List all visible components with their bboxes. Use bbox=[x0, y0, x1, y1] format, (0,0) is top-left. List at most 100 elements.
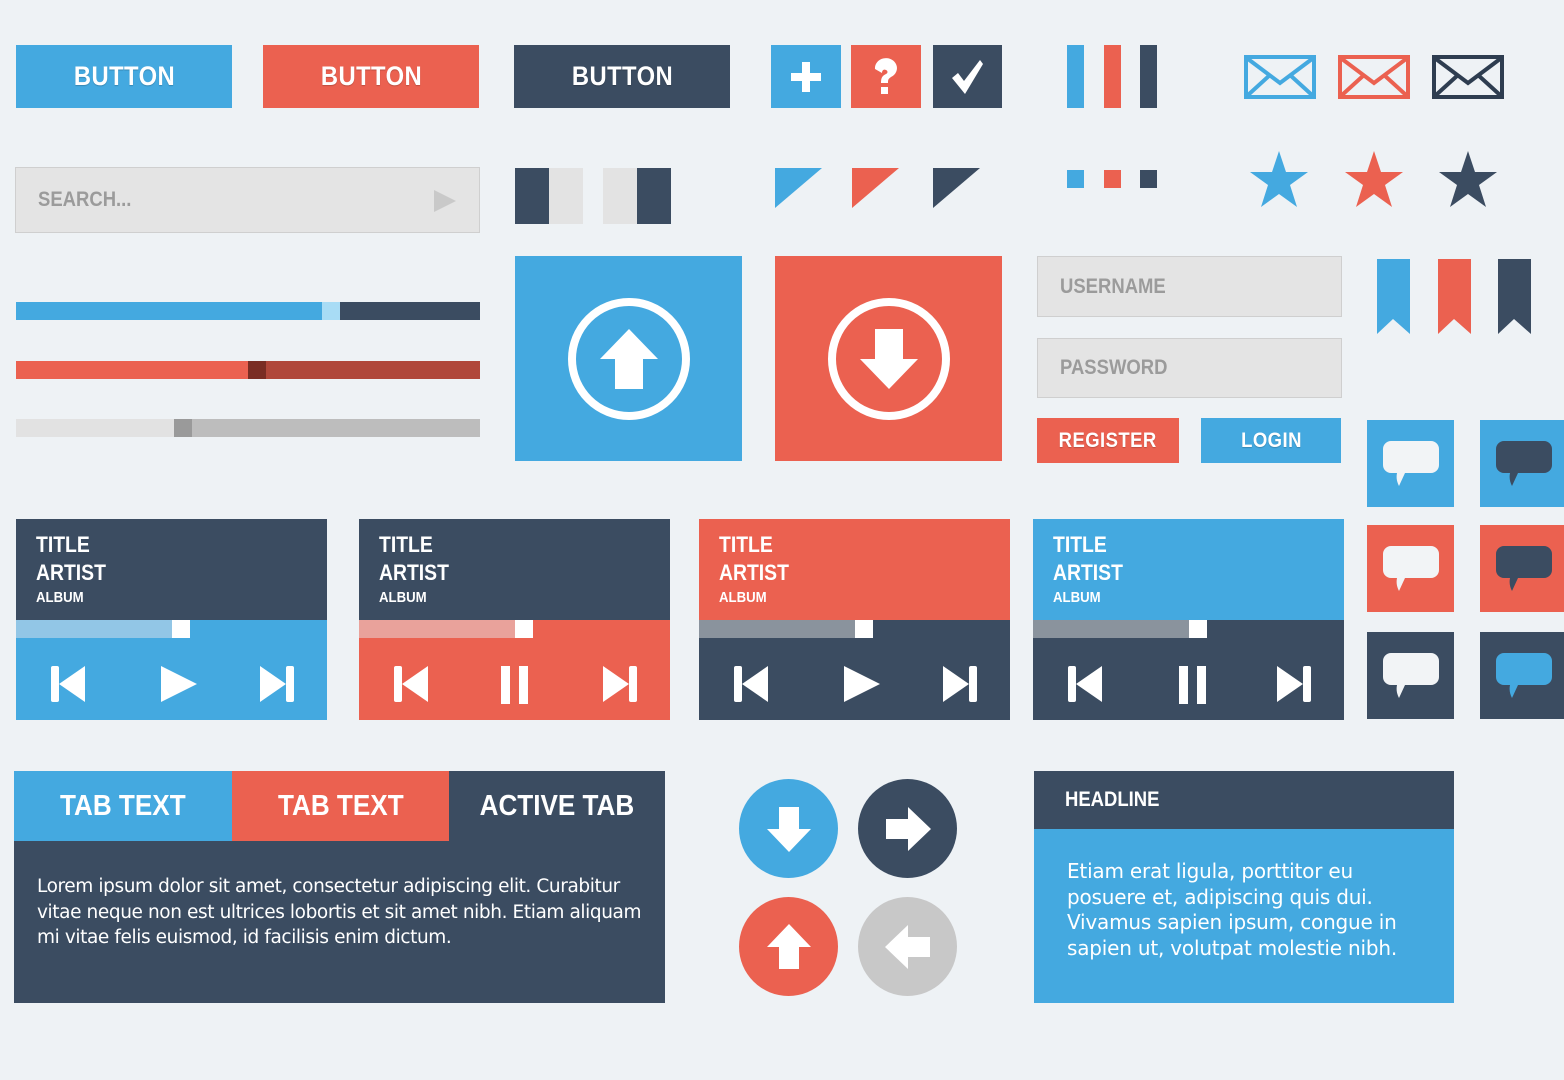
register-label: REGISTER bbox=[1058, 428, 1157, 452]
previous-icon[interactable] bbox=[49, 664, 89, 704]
checkmark-icon bbox=[951, 59, 983, 94]
add-button[interactable] bbox=[771, 45, 841, 108]
download-tile[interactable] bbox=[775, 256, 1002, 461]
arrow-down-button[interactable] bbox=[739, 779, 838, 878]
bookmark-icon[interactable] bbox=[1498, 259, 1531, 334]
button-label: BUTTON bbox=[320, 61, 422, 91]
tab-2[interactable]: TAB TEXT bbox=[232, 771, 449, 841]
slider-handle[interactable] bbox=[173, 419, 192, 437]
progress-bar[interactable] bbox=[359, 620, 670, 638]
red-square bbox=[1104, 170, 1121, 188]
progress-handle[interactable] bbox=[1188, 620, 1207, 638]
next-icon[interactable] bbox=[599, 664, 639, 704]
confirm-button[interactable] bbox=[933, 45, 1002, 108]
next-icon[interactable] bbox=[256, 664, 296, 704]
toggle-off[interactable] bbox=[515, 168, 583, 224]
play-icon[interactable] bbox=[159, 664, 199, 704]
red-bar bbox=[1104, 45, 1121, 108]
tab-label: TAB TEXT bbox=[277, 789, 404, 822]
slider-handle[interactable] bbox=[322, 302, 341, 320]
red-button[interactable]: BUTTON bbox=[263, 45, 479, 108]
register-button[interactable]: REGISTER bbox=[1037, 418, 1179, 463]
progress-handle[interactable] bbox=[171, 620, 190, 638]
slider-track bbox=[191, 419, 480, 437]
button-label: BUTTON bbox=[571, 61, 673, 91]
corner-flag-icon bbox=[933, 168, 980, 208]
search-input[interactable]: SEARCH... bbox=[15, 167, 480, 233]
blue-button[interactable]: BUTTON bbox=[16, 45, 232, 108]
chat-tile[interactable] bbox=[1480, 632, 1564, 719]
login-button[interactable]: LOGIN bbox=[1201, 418, 1341, 463]
track-album: ALBUM bbox=[36, 589, 84, 606]
toggle-on[interactable] bbox=[603, 168, 671, 224]
red-slider[interactable] bbox=[16, 361, 480, 379]
chat-tile[interactable] bbox=[1480, 420, 1564, 507]
tab-content: Lorem ipsum dolor sit amet, consectetur … bbox=[37, 876, 642, 948]
speech-bubble-icon bbox=[1382, 652, 1439, 698]
track-album: ALBUM bbox=[719, 589, 767, 606]
track-album: ALBUM bbox=[379, 589, 427, 606]
track-artist: ARTIST bbox=[36, 560, 106, 585]
slider-fill bbox=[16, 419, 174, 437]
button-label: BUTTON bbox=[73, 61, 175, 91]
star-icon[interactable] bbox=[1249, 151, 1309, 209]
progress-bar[interactable] bbox=[699, 620, 1010, 638]
pause-icon[interactable] bbox=[1173, 664, 1213, 704]
track-title: TITLE bbox=[719, 532, 773, 557]
slider-handle[interactable] bbox=[248, 361, 266, 379]
password-placeholder: PASSWORD bbox=[1060, 356, 1168, 379]
chat-tile[interactable] bbox=[1367, 420, 1454, 507]
blue-slider[interactable] bbox=[16, 302, 480, 320]
dark-bar bbox=[1140, 45, 1157, 108]
speech-bubble-icon bbox=[1495, 440, 1552, 486]
music-player: TITLE ARTIST ALBUM bbox=[699, 519, 1010, 720]
play-arrow-icon[interactable] bbox=[434, 190, 456, 212]
arrow-up-button[interactable] bbox=[739, 897, 838, 996]
arrow-left-button[interactable] bbox=[858, 897, 957, 996]
arrow-up-icon bbox=[766, 923, 811, 969]
envelope-icon[interactable] bbox=[1338, 55, 1410, 99]
music-player: TITLE ARTIST ALBUM bbox=[16, 519, 327, 720]
plus-icon bbox=[791, 61, 821, 92]
next-icon[interactable] bbox=[1273, 664, 1313, 704]
upload-tile[interactable] bbox=[515, 256, 742, 461]
search-placeholder: SEARCH... bbox=[38, 188, 132, 211]
star-icon[interactable] bbox=[1344, 151, 1404, 209]
download-arrow-icon bbox=[827, 297, 950, 420]
previous-icon[interactable] bbox=[392, 664, 432, 704]
username-field[interactable]: USERNAME bbox=[1037, 256, 1342, 317]
next-icon[interactable] bbox=[939, 664, 979, 704]
chat-tile[interactable] bbox=[1480, 525, 1564, 612]
password-field[interactable]: PASSWORD bbox=[1037, 338, 1342, 398]
arrow-right-button[interactable] bbox=[858, 779, 957, 878]
help-button[interactable] bbox=[851, 45, 921, 108]
progress-handle[interactable] bbox=[514, 620, 533, 638]
chat-tile[interactable] bbox=[1367, 525, 1454, 612]
gray-slider[interactable] bbox=[16, 419, 480, 437]
panel-headline: HEADLINE bbox=[1065, 788, 1160, 811]
login-label: LOGIN bbox=[1240, 428, 1302, 452]
chat-tile[interactable] bbox=[1367, 632, 1454, 719]
envelope-icon[interactable] bbox=[1432, 55, 1504, 99]
play-icon[interactable] bbox=[842, 664, 882, 704]
track-title: TITLE bbox=[36, 532, 90, 557]
arrow-down-icon bbox=[766, 806, 811, 852]
track-artist: ARTIST bbox=[379, 560, 449, 585]
track-artist: ARTIST bbox=[719, 560, 789, 585]
speech-bubble-icon bbox=[1495, 652, 1552, 698]
envelope-icon[interactable] bbox=[1244, 55, 1316, 99]
progress-bar[interactable] bbox=[16, 620, 327, 638]
progress-bar[interactable] bbox=[1033, 620, 1344, 638]
track-title: TITLE bbox=[379, 532, 433, 557]
bookmark-icon[interactable] bbox=[1377, 259, 1410, 334]
bookmark-icon[interactable] bbox=[1438, 259, 1471, 334]
previous-icon[interactable] bbox=[1066, 664, 1106, 704]
dark-button[interactable]: BUTTON bbox=[514, 45, 730, 108]
previous-icon[interactable] bbox=[732, 664, 772, 704]
star-icon[interactable] bbox=[1438, 151, 1498, 209]
tab-active[interactable]: ACTIVE TAB bbox=[449, 771, 665, 841]
pause-icon[interactable] bbox=[495, 664, 535, 704]
tab-1[interactable]: TAB TEXT bbox=[14, 771, 232, 841]
progress-handle[interactable] bbox=[854, 620, 873, 638]
track-title: TITLE bbox=[1053, 532, 1107, 557]
